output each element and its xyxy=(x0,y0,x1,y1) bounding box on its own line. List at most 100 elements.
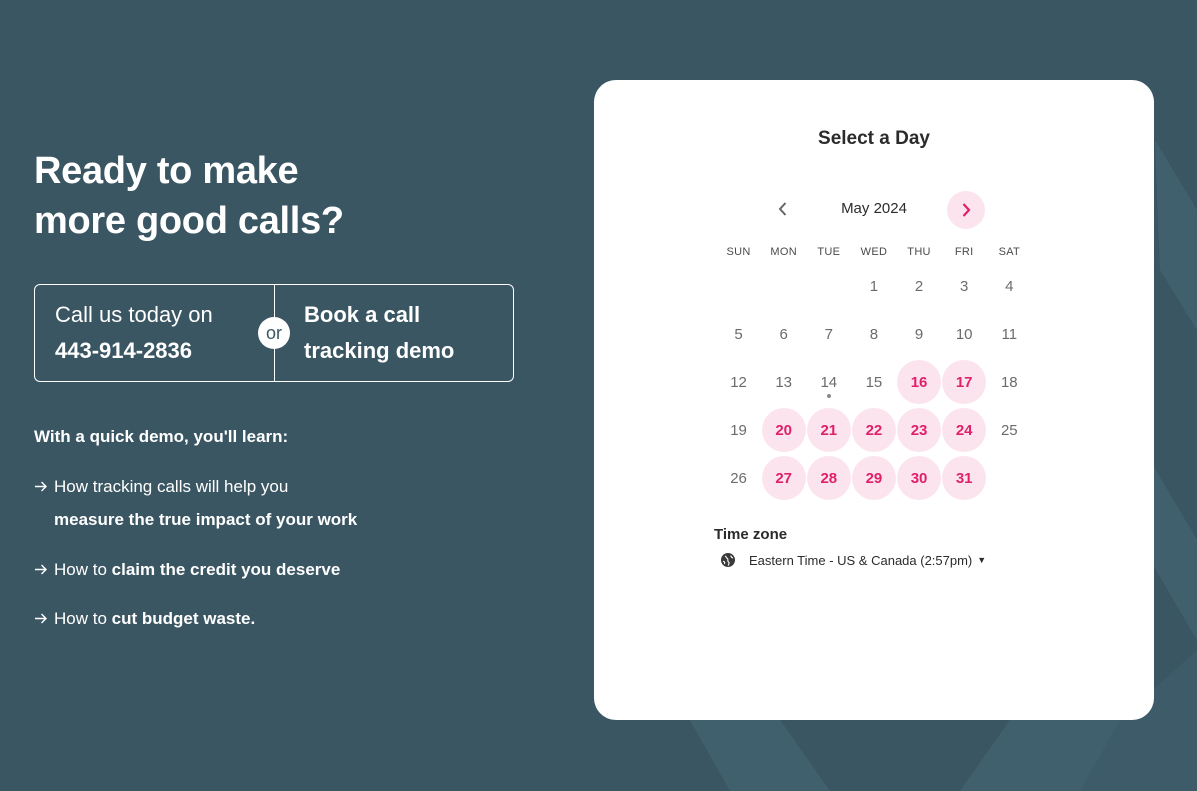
arrow-right-icon xyxy=(35,613,47,624)
calendar-card: Select a Day May 2024 SUN MON TUE WED THU FRI… xyxy=(594,80,1154,720)
previous-month-button[interactable] xyxy=(770,196,796,222)
calendar-day: 1 xyxy=(851,262,896,310)
calendar-week-row: 1 2 3 4 xyxy=(716,262,1032,310)
calendar-day: 18 xyxy=(987,358,1032,406)
calendar-day-number: 3 xyxy=(960,277,969,295)
bullet-3-plain: How to xyxy=(54,609,112,628)
weekday-header: SUN MON TUE WED THU FRI SAT xyxy=(716,246,1032,258)
calendar-day: 2 xyxy=(897,262,942,310)
calendar-day: 25 xyxy=(987,406,1032,454)
arrow-right-icon xyxy=(35,481,47,492)
calendar-day-number: 18 xyxy=(1000,373,1018,391)
calendar-day-number: 15 xyxy=(865,373,883,391)
calendar-empty-cell xyxy=(806,262,851,310)
calendar-day: 6 xyxy=(761,310,806,358)
learn-bullet-2: How to claim the credit you deserve xyxy=(34,553,340,586)
book-demo-line-2: tracking demo xyxy=(304,338,455,363)
calendar-week-row: 12 13 14 15 16 17 18 xyxy=(716,358,1032,406)
weekday-label: TUE xyxy=(817,246,841,258)
month-label: May 2024 xyxy=(841,200,907,217)
timezone-value: Eastern Time - US & Canada (2:57pm) xyxy=(749,552,973,568)
calendar-day-number: 1 xyxy=(869,277,879,295)
calendar-day-number: 20 xyxy=(775,421,793,439)
weekday-label: THU xyxy=(907,246,931,258)
calendar-day-number: 14 xyxy=(820,373,838,391)
calendar-day: 19 xyxy=(716,406,761,454)
calendar-day-available[interactable]: 30 xyxy=(897,454,942,502)
calendar-day-available[interactable]: 28 xyxy=(806,454,851,502)
calendar-day-available[interactable]: 24 xyxy=(942,406,987,454)
calendar-day-number: 19 xyxy=(730,421,747,439)
calendar-day-number: 12 xyxy=(730,373,747,391)
book-demo-link[interactable]: Book a call tracking demo xyxy=(304,297,454,369)
calendar-day: 4 xyxy=(987,262,1032,310)
calendar-day-available[interactable]: 17 xyxy=(942,358,987,406)
timezone-label: Time zone xyxy=(714,526,788,543)
calendar-day: 11 xyxy=(987,310,1032,358)
calendar-day-available[interactable]: 29 xyxy=(851,454,897,502)
calendar-day-available[interactable]: 22 xyxy=(851,406,897,454)
calendar-day-number: 21 xyxy=(820,421,838,439)
calendar-day-number: 10 xyxy=(955,325,973,343)
globe-icon xyxy=(721,553,735,567)
chevron-right-icon xyxy=(962,203,971,217)
weekday-label: SUN xyxy=(726,246,751,258)
calendar-day: 13 xyxy=(761,358,806,406)
calendar-day-number: 17 xyxy=(955,373,973,391)
calendar-day: 14 xyxy=(806,358,851,406)
calendar-day: 5 xyxy=(716,310,761,358)
calendar-empty-cell xyxy=(987,454,1032,502)
calendar-day-available[interactable]: 31 xyxy=(942,454,987,502)
calendar-day-number: 11 xyxy=(1001,325,1018,343)
calendar-day: 8 xyxy=(851,310,896,358)
calendar-day-available[interactable]: 21 xyxy=(806,406,851,454)
calendar-day-number: 25 xyxy=(1000,421,1018,439)
chevron-left-icon xyxy=(778,202,787,216)
calendar-day-number: 2 xyxy=(914,277,924,295)
call-us-block: Call us today on 443-914-2836 xyxy=(55,297,213,369)
calendar-day-number: 30 xyxy=(910,469,928,487)
calendar-day-number: 24 xyxy=(955,421,973,439)
calendar-day-number: 28 xyxy=(820,469,838,487)
calendar-day: 10 xyxy=(942,310,987,358)
calendar-day-number: 4 xyxy=(1005,277,1014,295)
calendar-day-number: 27 xyxy=(775,469,793,487)
learn-bullet-1: How tracking calls will help you measure… xyxy=(34,470,357,536)
weekday-label: FRI xyxy=(954,246,974,258)
weekday-label: SAT xyxy=(998,246,1021,258)
calendar-day-available[interactable]: 20 xyxy=(761,406,806,454)
calendar-day-number: 7 xyxy=(824,325,833,343)
next-month-button[interactable] xyxy=(947,191,985,229)
calendar-day-available[interactable]: 27 xyxy=(761,454,806,502)
calendar-day-number: 26 xyxy=(730,469,747,487)
calendar-empty-cell xyxy=(761,262,806,310)
calendar-day-number: 29 xyxy=(865,469,883,487)
calendar-day-available[interactable]: 16 xyxy=(897,358,942,406)
phone-number-link[interactable]: 443-914-2836 xyxy=(55,333,213,369)
calendar-week-row: 19 20 21 22 23 24 25 xyxy=(716,406,1032,454)
book-demo-line-1: Book a call xyxy=(304,302,421,327)
today-indicator xyxy=(826,394,831,398)
bullet-1-line-1: How tracking calls will help you xyxy=(54,477,289,496)
calendar-day-number: 9 xyxy=(914,325,924,343)
calendar-title: Select a Day xyxy=(818,128,930,149)
learn-bullet-3: How to cut budget waste. xyxy=(34,602,255,635)
arrow-right-icon xyxy=(35,564,47,575)
calendar-grid: 1 2 3 4 5 6 7 8 9 10 11 12 13 14 15 16 17 18 19 20 21 22 23 24 2… xyxy=(716,262,1032,502)
calendar-day-number: 31 xyxy=(955,469,973,487)
calendar-day-available[interactable]: 23 xyxy=(897,406,942,454)
calendar-day-number: 5 xyxy=(734,325,743,343)
calendar-day-number: 13 xyxy=(775,373,793,391)
bullet-3-bold: cut budget waste. xyxy=(111,609,256,628)
weekday-label: MON xyxy=(770,246,797,258)
bullet-1-line-2: measure the true impact of your work xyxy=(54,510,358,529)
learn-title: With a quick demo, you'll learn: xyxy=(34,427,289,446)
calendar-day-number: 23 xyxy=(910,421,928,439)
calendar-day-number: 16 xyxy=(910,373,928,391)
timezone-select[interactable]: Eastern Time - US & Canada (2:57pm) ▼ xyxy=(720,552,986,568)
calendar-day: 7 xyxy=(806,310,851,358)
headline-line-1: Ready to make xyxy=(34,150,299,192)
or-badge: or xyxy=(258,317,290,349)
calendar-day: 12 xyxy=(716,358,761,406)
headline: Ready to make more good calls? xyxy=(34,146,344,246)
